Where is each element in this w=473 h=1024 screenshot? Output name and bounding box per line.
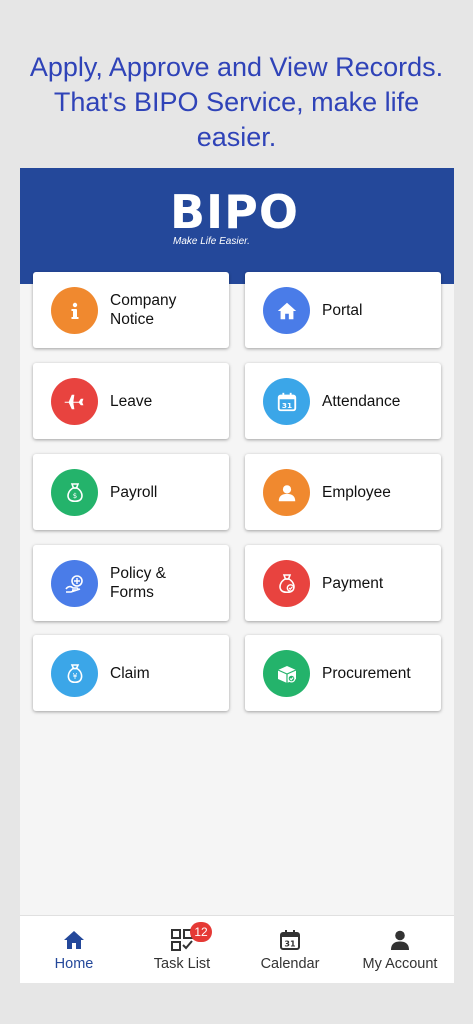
module-leave[interactable]: Leave — [33, 363, 229, 439]
home-icon — [64, 931, 84, 949]
svg-text:$: $ — [72, 492, 76, 500]
bipo-logo: BIPO — [170, 185, 299, 239]
svg-text:¥: ¥ — [72, 672, 77, 681]
module-attendance[interactable]: 31 Attendance — [245, 363, 441, 439]
module-label: Payment — [322, 574, 384, 592]
promo-line-3: easier. — [196, 122, 277, 152]
module-company-notice[interactable]: Company Notice — [33, 272, 229, 348]
calendar-day: 31 — [284, 940, 296, 949]
nav-my-account[interactable]: My Account — [346, 916, 454, 983]
nav-task-list[interactable]: 12 Task List — [128, 916, 236, 983]
promo-line-2: That's BIPO Service, make life — [53, 87, 420, 117]
app-header: BIPO Make Life Easier. — [20, 168, 454, 284]
person-icon — [391, 930, 409, 950]
module-label: Portal — [322, 301, 363, 319]
module-label: Attendance — [322, 392, 401, 410]
module-payment[interactable]: Payment — [245, 545, 441, 621]
nav-task-list-label: Task List — [153, 956, 211, 972]
policy-icon — [51, 560, 98, 607]
task-count-badge: 12 — [190, 922, 212, 942]
module-label: Company Notice — [110, 292, 177, 328]
nav-calendar[interactable]: 31 Calendar — [236, 916, 344, 983]
person-icon — [263, 469, 310, 516]
module-label: Procurement — [322, 664, 411, 682]
home-icon — [263, 287, 310, 334]
nav-my-account-label: My Account — [362, 956, 438, 972]
module-employee[interactable]: Employee — [245, 454, 441, 530]
module-portal[interactable]: Portal — [245, 272, 441, 348]
promo-text: Apply, Approve and View Records. That's … — [0, 50, 473, 155]
claim-icon: ¥ — [51, 650, 98, 697]
module-claim[interactable]: ¥ Claim — [33, 635, 229, 711]
promo-line-1: Apply, Approve and View Records. — [29, 52, 444, 82]
module-label: Employee — [322, 483, 391, 501]
calendar-icon: 31 — [280, 930, 300, 950]
info-icon — [51, 287, 98, 334]
box-icon — [263, 650, 310, 697]
module-procurement[interactable]: Procurement — [245, 635, 441, 711]
module-label: Payroll — [110, 483, 158, 501]
module-payroll[interactable]: $ Payroll — [33, 454, 229, 530]
module-label: Leave — [110, 392, 153, 410]
nav-home-label: Home — [54, 956, 94, 972]
nav-calendar-label: Calendar — [260, 956, 320, 972]
app-screen: BIPO Make Life Easier. Company Notice Po… — [20, 168, 454, 983]
money-bag-icon: $ — [51, 469, 98, 516]
bottom-nav: Home 12 Task List 31 Calendar My Account — [20, 915, 454, 983]
module-label: Claim — [110, 664, 150, 682]
nav-home[interactable]: Home — [20, 916, 128, 983]
module-label: Policy & Forms — [110, 565, 166, 601]
calendar-icon: 31 — [263, 378, 310, 425]
logo-tagline: Make Life Easier. — [173, 236, 250, 247]
module-policy-forms[interactable]: Policy & Forms — [33, 545, 229, 621]
airplane-icon — [51, 378, 98, 425]
payment-bag-icon — [263, 560, 310, 607]
svg-text:31: 31 — [281, 400, 291, 409]
